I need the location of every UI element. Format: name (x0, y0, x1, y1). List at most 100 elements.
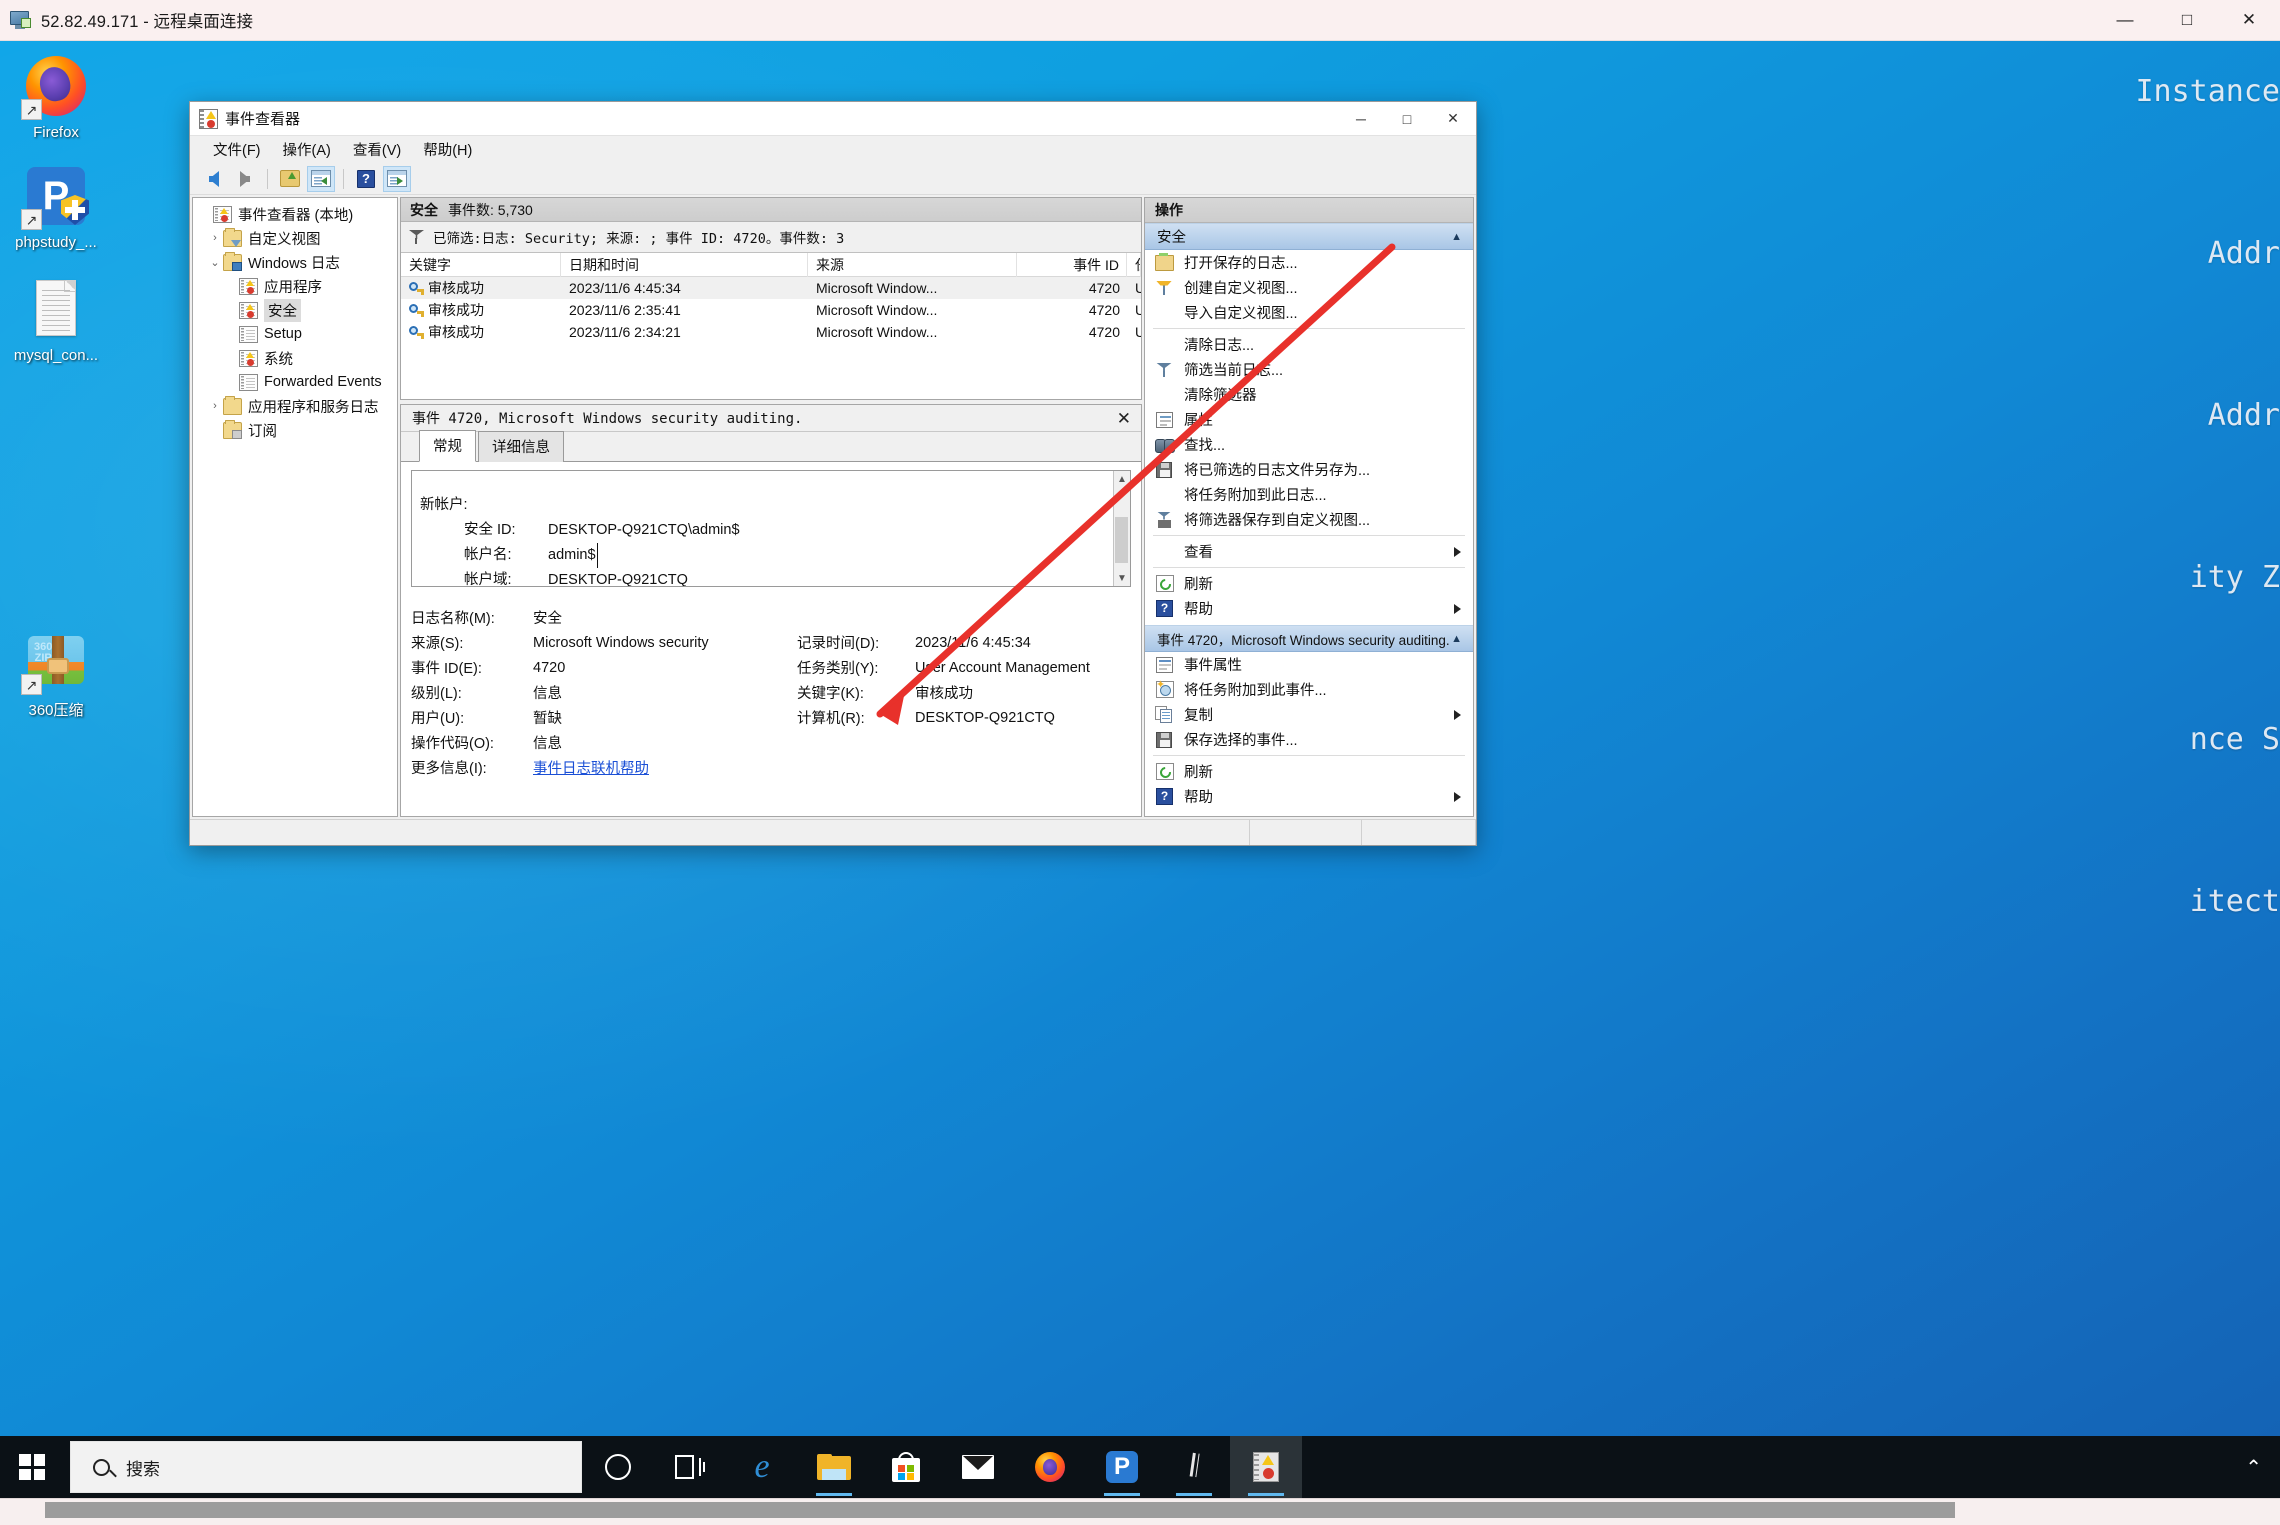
tree-item-setup[interactable]: Setup (193, 322, 397, 346)
taskbar-item-task-view[interactable] (654, 1436, 726, 1498)
event-description-box[interactable]: 新帐户: 安全 ID: DESKTOP-Q921CTQ\admin$ 帐户名: … (411, 470, 1131, 587)
column-header-event-id[interactable]: 事件 ID (1017, 253, 1127, 277)
tree-item-system[interactable]: 系统 (193, 346, 397, 370)
tree-twisty-icon[interactable]: ⌄ (207, 256, 223, 269)
taskbar-item-event-viewer[interactable] (1230, 1436, 1302, 1498)
event-detail-close-button[interactable]: ✕ (1117, 410, 1131, 427)
scroll-down-icon[interactable]: ▼ (1117, 570, 1127, 586)
copy-icon (1155, 706, 1175, 724)
action-properties[interactable]: 属性 (1145, 407, 1473, 432)
action-view[interactable]: 查看 (1145, 539, 1473, 564)
action-label: 属性 (1184, 409, 1213, 430)
tab-general[interactable]: 常规 (419, 430, 476, 462)
desktop-icon-360zip[interactable]: 360ZIP ↗ 360压缩 (0, 628, 112, 720)
taskbar-item-cortana[interactable] (582, 1436, 654, 1498)
actions-group-security[interactable]: 安全 ▲ (1145, 223, 1473, 250)
action-attach-task-to-event[interactable]: ✦ 将任务附加到此事件... (1145, 677, 1473, 702)
action-open-saved-log[interactable]: 打开保存的日志... (1145, 250, 1473, 275)
toolbar-help-button[interactable]: ? (352, 166, 380, 192)
column-header-keywords[interactable]: 关键字 (401, 253, 561, 277)
system-tray[interactable]: ⌃ (2245, 1455, 2280, 1480)
rdp-close-button[interactable]: ✕ (2218, 0, 2280, 41)
taskbar-item-file-explorer[interactable] (798, 1436, 870, 1498)
taskbar-item-edge[interactable]: e (726, 1436, 798, 1498)
column-header-datetime[interactable]: 日期和时间 (561, 253, 808, 277)
taskbar-search-box[interactable]: 搜索 (70, 1441, 582, 1493)
taskbar-item-microsoft-store[interactable] (870, 1436, 942, 1498)
tree-item-subscriptions[interactable]: 订阅 (193, 418, 397, 442)
tree-twisty-icon[interactable]: › (207, 232, 223, 244)
filter-description: 已筛选:日志: Security; 来源: ; 事件 ID: 4720。事件数:… (433, 227, 844, 247)
action-copy[interactable]: 复制 (1145, 702, 1473, 727)
remote-desktop-surface[interactable]: Instance Addr Addr ity Z nce S itect ↗ F… (0, 41, 2280, 1436)
menu-action[interactable]: 操作(A) (272, 136, 342, 163)
description-scrollbar[interactable]: ▲ ▼ (1113, 471, 1130, 586)
chevron-up-icon[interactable]: ▲ (1451, 633, 1462, 645)
desktop-icon-phpstudy[interactable]: P ↗ phpstudy_... (0, 163, 112, 251)
action-clear-filter[interactable]: 清除筛选器 (1145, 382, 1473, 407)
event-viewer-maximize-button[interactable]: □ (1384, 102, 1430, 136)
toolbar-forward-button[interactable] (231, 166, 259, 192)
action-create-custom-view[interactable]: 创建自定义视图... (1145, 275, 1473, 300)
table-row[interactable]: 审核成功 2023/11/6 4:45:34 Microsoft Window.… (401, 277, 1141, 299)
taskbar-item-phpstudy[interactable]: P (1086, 1436, 1158, 1498)
menu-file[interactable]: 文件(F) (202, 136, 272, 163)
toolbar-back-button[interactable] (200, 166, 228, 192)
tree-item-application[interactable]: 应用程序 (193, 274, 397, 298)
start-button[interactable] (0, 1436, 64, 1498)
tree-item-windows-logs[interactable]: ⌄ Windows 日志 (193, 250, 397, 274)
table-row[interactable]: 审核成功 2023/11/6 2:35:41 Microsoft Window.… (401, 299, 1141, 321)
tree-item-custom-views[interactable]: › 自定义视图 (193, 226, 397, 250)
action-refresh-event[interactable]: 刷新 (1145, 759, 1473, 784)
table-row[interactable]: 审核成功 2023/11/6 2:34:21 Microsoft Window.… (401, 321, 1141, 343)
actions-group-event[interactable]: 事件 4720，Microsoft Windows security audit… (1145, 625, 1473, 652)
desktop-icon-mysql-conf[interactable]: mysql_con... (0, 276, 112, 364)
column-header-source[interactable]: 来源 (808, 253, 1017, 277)
action-find[interactable]: 查找... (1145, 432, 1473, 457)
tree-item-applications-and-services-logs[interactable]: › 应用程序和服务日志 (193, 394, 397, 418)
action-save-selected-events[interactable]: 保存选择的事件... (1145, 727, 1473, 752)
event-viewer-menubar: 文件(F) 操作(A) 查看(V) 帮助(H) (190, 136, 1476, 163)
taskbar-item-firefox[interactable] (1014, 1436, 1086, 1498)
meta-value-log-name: 安全 (533, 605, 797, 630)
taskbar-item-notepad-feather[interactable]: 𝄃 (1158, 1436, 1230, 1498)
tree-twisty-icon[interactable]: › (207, 400, 223, 412)
scrollbar-thumb[interactable] (1115, 517, 1128, 563)
event-viewer-minimize-button[interactable]: ─ (1338, 102, 1384, 136)
tree-item-security[interactable]: 安全 (193, 298, 397, 322)
action-save-filter-to-custom-view[interactable]: 将筛选器保存到自定义视图... (1145, 507, 1473, 532)
action-import-custom-view[interactable]: 导入自定义视图... (1145, 300, 1473, 325)
event-viewer-close-button[interactable]: ✕ (1430, 102, 1476, 136)
active-filter-bar[interactable]: 已筛选:日志: Security; 来源: ; 事件 ID: 4720。事件数:… (401, 222, 1141, 253)
rdp-horizontal-scrollbar[interactable] (45, 1502, 1955, 1518)
action-help[interactable]: ? 帮助 (1145, 596, 1473, 621)
tree-item-forwarded-events[interactable]: Forwarded Events (193, 370, 397, 394)
tab-details[interactable]: 详细信息 (478, 431, 564, 462)
action-attach-task-to-log[interactable]: 将任务附加到此日志... (1145, 482, 1473, 507)
toolbar-console-tree-button[interactable] (307, 166, 335, 192)
event-log-online-help-link[interactable]: 事件日志联机帮助 (533, 757, 649, 778)
show-hidden-icons-chevron[interactable]: ⌃ (2245, 1455, 2262, 1480)
rdp-maximize-button[interactable]: □ (2156, 0, 2218, 41)
submenu-arrow-icon (1454, 547, 1461, 557)
toolbar-action-pane-button[interactable] (383, 166, 411, 192)
action-filter-current-log[interactable]: 筛选当前日志... (1145, 357, 1473, 382)
chevron-up-icon[interactable]: ▲ (1451, 231, 1462, 243)
column-header-task-category[interactable]: 任务类别 (1127, 253, 1141, 277)
tree-item-event-viewer-local[interactable]: 事件查看器 (本地) (193, 202, 397, 226)
event-viewer-title: 事件查看器 (225, 108, 300, 129)
cell-keywords-text: 审核成功 (428, 300, 484, 320)
action-save-filtered-log-as[interactable]: 将已筛选的日志文件另存为... (1145, 457, 1473, 482)
rdp-minimize-button[interactable]: — (2094, 0, 2156, 41)
scroll-up-icon[interactable]: ▲ (1117, 471, 1127, 487)
action-help-event[interactable]: ? 帮助 (1145, 784, 1473, 809)
action-refresh[interactable]: 刷新 (1145, 571, 1473, 596)
desktop-icon-firefox[interactable]: ↗ Firefox (0, 53, 112, 141)
action-event-properties[interactable]: 事件属性 (1145, 652, 1473, 677)
console-tree-pane[interactable]: 事件查看器 (本地) › 自定义视图 ⌄ Win (192, 197, 398, 817)
menu-view[interactable]: 查看(V) (342, 136, 412, 163)
menu-help[interactable]: 帮助(H) (412, 136, 483, 163)
toolbar-up-folder-button[interactable] (276, 166, 304, 192)
taskbar-item-mail[interactable] (942, 1436, 1014, 1498)
action-clear-log[interactable]: 清除日志... (1145, 332, 1473, 357)
